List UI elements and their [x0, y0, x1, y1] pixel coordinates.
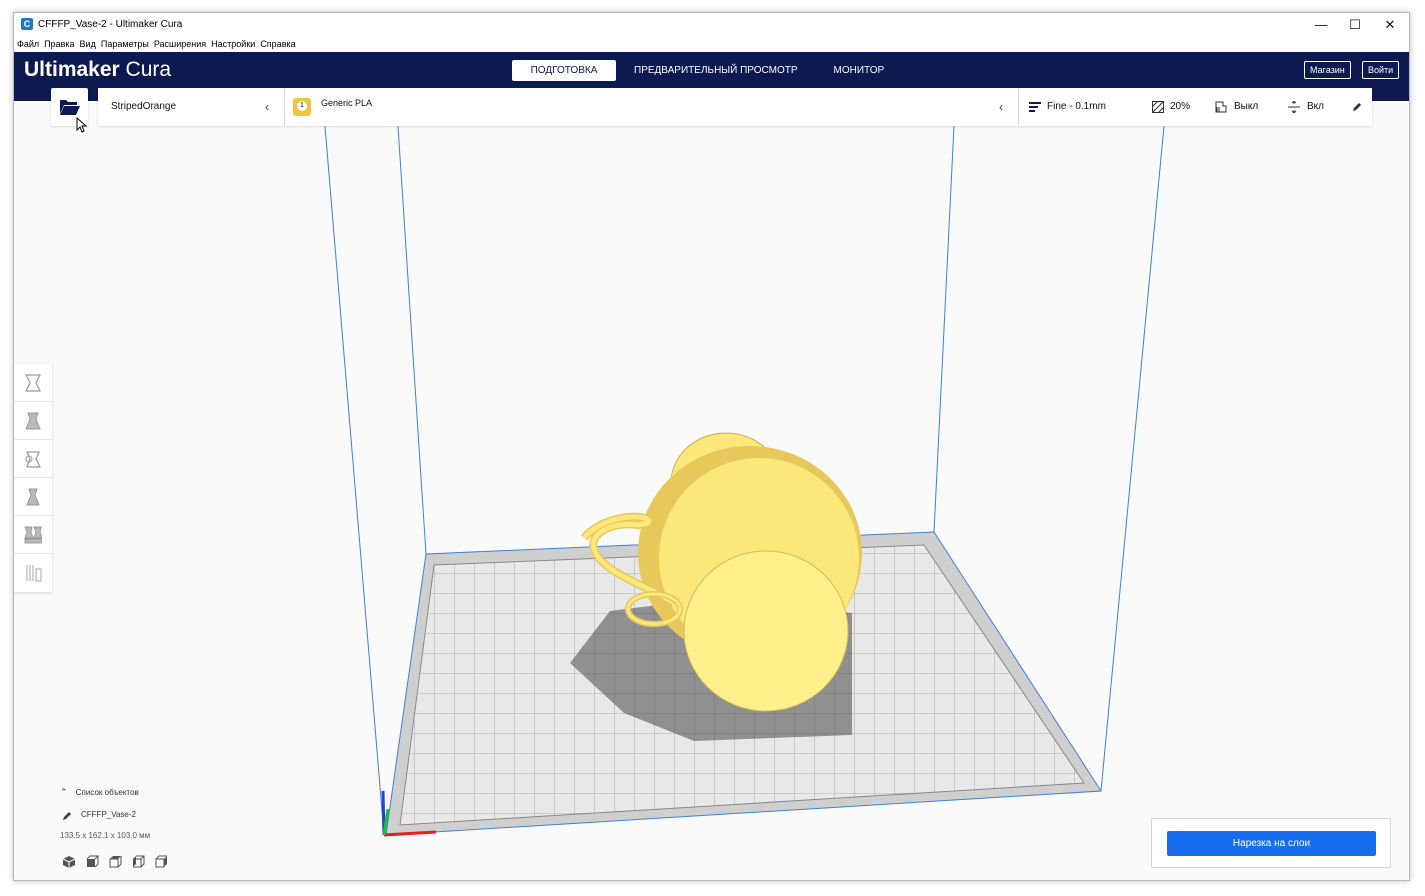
support-value[interactable]: Выкл: [1234, 88, 1258, 126]
menu-edit[interactable]: Правка: [44, 37, 74, 52]
cura-app-icon: C: [21, 18, 33, 30]
stage-tabs: ПОДГОТОВКА ПРЕДВАРИТЕЛЬНЫЙ ПРОСМОТР МОНИ…: [512, 60, 902, 81]
profile-selector[interactable]: Fine - 0.1mm: [1047, 88, 1106, 126]
menu-bar: Файл Правка Вид Параметры Расширения Нас…: [14, 37, 1409, 52]
left-view-icon[interactable]: [131, 855, 145, 869]
3d-view-icon[interactable]: [62, 855, 76, 869]
adhesion-value[interactable]: Вкл: [1307, 88, 1324, 126]
menu-help[interactable]: Справка: [260, 37, 295, 52]
menu-settings[interactable]: Параметры: [101, 37, 149, 52]
menu-extensions[interactable]: Расширения: [154, 37, 206, 52]
view-orientation-buttons: [62, 855, 168, 869]
pencil-icon[interactable]: [62, 811, 72, 821]
folder-open-icon: [60, 100, 80, 115]
tab-prepare[interactable]: ПОДГОТОВКА: [512, 60, 616, 81]
extruder-badge: 1: [293, 98, 311, 116]
menu-file[interactable]: Файл: [17, 37, 39, 52]
3d-viewport[interactable]: [14, 126, 1410, 881]
object-dimensions: 133.5 x 162.1 x 103.0 мм: [60, 831, 151, 840]
support-icon: [1215, 101, 1227, 113]
material-selector[interactable]: Generic PLA: [321, 84, 372, 122]
front-view-icon[interactable]: [85, 855, 99, 869]
marketplace-button[interactable]: Магазин: [1304, 61, 1351, 79]
right-view-icon[interactable]: [154, 855, 168, 869]
slice-panel: Нарезка на слои: [1151, 818, 1391, 868]
title-bar: C CFFFP_Vase-2 - Ultimaker Cura — ☐ ✕: [14, 13, 1409, 37]
chevron-left-icon[interactable]: ‹: [265, 88, 269, 126]
cura-window: C CFFFP_Vase-2 - Ultimaker Cura — ☐ ✕ Фа…: [13, 12, 1410, 881]
print-settings-bar: StripedOrange ‹ 1 Generic PLA ‹ Fine - 0…: [98, 88, 1372, 126]
window-title: CFFFP_Vase-2 - Ultimaker Cura: [38, 19, 183, 30]
maximize-icon[interactable]: ☐: [1338, 13, 1372, 37]
chevron-up-icon: ⌃: [60, 787, 68, 797]
chevron-left-icon[interactable]: ‹: [999, 88, 1003, 126]
top-view-icon[interactable]: [108, 855, 122, 869]
menu-preferences[interactable]: Настройки: [211, 37, 255, 52]
divider: [1018, 88, 1019, 126]
mouse-cursor-icon: [76, 117, 87, 133]
minimize-icon[interactable]: —: [1304, 13, 1338, 37]
slice-button[interactable]: Нарезка на слои: [1167, 831, 1376, 856]
profile-icon: [1029, 102, 1041, 112]
divider: [284, 88, 285, 126]
infill-icon: [1152, 101, 1164, 113]
pencil-icon[interactable]: [1352, 102, 1362, 112]
signin-button[interactable]: Войти: [1362, 61, 1400, 79]
close-icon[interactable]: ✕: [1373, 13, 1407, 37]
tab-preview[interactable]: ПРЕДВАРИТЕЛЬНЫЙ ПРОСМОТР: [616, 60, 816, 81]
ultimaker-cura-logo: Ultimaker Cura: [24, 58, 172, 81]
printer-selector[interactable]: StripedOrange: [111, 88, 176, 126]
adhesion-icon: [1288, 101, 1300, 113]
tab-monitor[interactable]: МОНИТОР: [816, 60, 903, 81]
object-list-toggle[interactable]: ⌃ Список объектов: [60, 787, 139, 798]
infill-value[interactable]: 20%: [1170, 88, 1190, 126]
object-name[interactable]: CFFFP_Vase-2: [81, 810, 136, 819]
menu-view[interactable]: Вид: [80, 37, 96, 52]
